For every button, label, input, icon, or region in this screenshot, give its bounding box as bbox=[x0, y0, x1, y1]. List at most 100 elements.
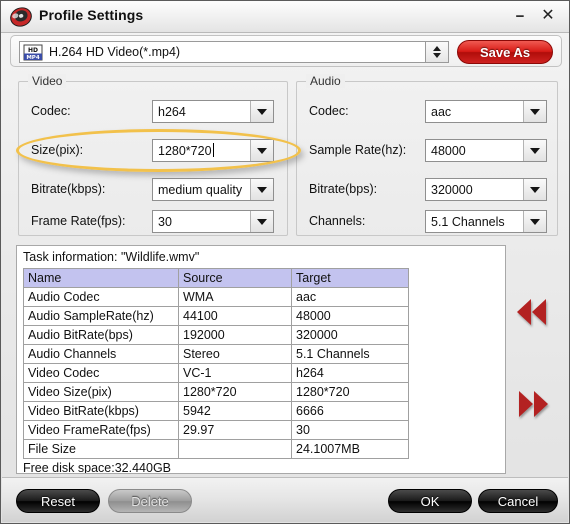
cell-target: 1280*720 bbox=[291, 382, 409, 402]
chevron-down-icon[interactable] bbox=[250, 211, 273, 232]
cell-source bbox=[178, 439, 292, 459]
profile-settings-window: Profile Settings − ✕ HD MP4 H.264 HD Vid… bbox=[0, 0, 570, 524]
cell-source: VC-1 bbox=[178, 363, 292, 383]
task-information-panel: Task information: "Wildlife.wmv" Name So… bbox=[16, 245, 506, 474]
video-framerate-value: 30 bbox=[158, 214, 172, 229]
cell-source: 192000 bbox=[178, 325, 292, 345]
table-row: Audio SampleRate(hz) 44100 48000 bbox=[23, 306, 409, 326]
audio-bitrate-value: 320000 bbox=[431, 182, 473, 197]
video-bitrate-value: medium quality bbox=[158, 182, 243, 197]
cell-name: Video Codec bbox=[23, 363, 179, 383]
audio-codec-value: aac bbox=[431, 104, 452, 119]
video-group-title: Video bbox=[28, 74, 67, 88]
free-disk-space-label: Free disk space:32.440GB bbox=[23, 461, 171, 474]
task-information-caption: Task information: "Wildlife.wmv" bbox=[23, 250, 200, 264]
cell-name: Video Size(pix) bbox=[23, 382, 179, 402]
cell-target: 48000 bbox=[291, 306, 409, 326]
video-framerate-combobox[interactable]: 30 bbox=[152, 210, 274, 233]
title-bar: Profile Settings − ✕ bbox=[1, 1, 569, 33]
cell-name: Video BitRate(kbps) bbox=[23, 401, 179, 421]
save-as-button[interactable]: Save As bbox=[457, 40, 553, 64]
chevron-down-icon[interactable] bbox=[523, 101, 546, 122]
cancel-button[interactable]: Cancel bbox=[478, 489, 558, 513]
audio-bitrate-combobox[interactable]: 320000 bbox=[425, 178, 547, 201]
audio-samplerate-label: Sample Rate(hz): bbox=[309, 143, 407, 157]
profile-combobox[interactable]: HD MP4 H.264 HD Video(*.mp4) bbox=[19, 41, 449, 63]
video-settings-group: Video Codec: h264 Size(pix): 1280*720 Bi… bbox=[18, 74, 288, 236]
task-information-table: Name Source Target Audio Codec WMA aac Aud… bbox=[23, 268, 409, 459]
audio-settings-group: Audio Codec: aac Sample Rate(hz): 48000 … bbox=[296, 74, 558, 236]
cell-source: Stereo bbox=[178, 344, 292, 364]
svg-text:MP4: MP4 bbox=[26, 55, 40, 61]
up-down-spinner-icon[interactable] bbox=[425, 42, 448, 62]
video-size-value: 1280*720 bbox=[158, 144, 212, 158]
cell-name: Video FrameRate(fps) bbox=[23, 420, 179, 440]
column-header-target: Target bbox=[291, 268, 409, 288]
video-codec-label: Codec: bbox=[31, 104, 71, 118]
chevron-down-icon[interactable] bbox=[250, 101, 273, 122]
cell-target: h264 bbox=[291, 363, 409, 383]
chevron-down-icon[interactable] bbox=[523, 179, 546, 200]
audio-samplerate-value: 48000 bbox=[431, 143, 466, 158]
video-size-combobox[interactable]: 1280*720 bbox=[152, 139, 274, 162]
cell-source: 5942 bbox=[178, 401, 292, 421]
audio-samplerate-combobox[interactable]: 48000 bbox=[425, 139, 547, 162]
cell-name: File Size bbox=[23, 439, 179, 459]
video-codec-combobox[interactable]: h264 bbox=[152, 100, 274, 123]
table-row: Audio BitRate(bps) 192000 320000 bbox=[23, 325, 409, 345]
cell-name: Audio BitRate(bps) bbox=[23, 325, 179, 345]
reset-button[interactable]: Reset bbox=[16, 489, 100, 513]
audio-codec-label: Codec: bbox=[309, 104, 349, 118]
cell-source: 44100 bbox=[178, 306, 292, 326]
table-row: Video Size(pix) 1280*720 1280*720 bbox=[23, 382, 409, 402]
ok-button[interactable]: OK bbox=[388, 489, 472, 513]
table-row: Video BitRate(kbps) 5942 6666 bbox=[23, 401, 409, 421]
profile-value: H.264 HD Video(*.mp4) bbox=[49, 45, 181, 59]
table-row: Video FrameRate(fps) 29.97 30 bbox=[23, 420, 409, 440]
audio-channels-label: Channels: bbox=[309, 214, 366, 228]
disc-logo-icon bbox=[9, 5, 33, 29]
audio-codec-combobox[interactable]: aac bbox=[425, 100, 547, 123]
chevron-down-icon[interactable] bbox=[523, 140, 546, 161]
cell-name: Audio SampleRate(hz) bbox=[23, 306, 179, 326]
video-codec-value: h264 bbox=[158, 104, 186, 119]
cell-source: 29.97 bbox=[178, 420, 292, 440]
cell-target: 30 bbox=[291, 420, 409, 440]
cell-target: 6666 bbox=[291, 401, 409, 421]
delete-button: Delete bbox=[108, 489, 192, 513]
minimize-button[interactable]: − bbox=[511, 7, 529, 25]
format-selector-bar: HD MP4 H.264 HD Video(*.mp4) Save As bbox=[10, 35, 562, 67]
cell-name: Audio Channels bbox=[23, 344, 179, 364]
cell-source: WMA bbox=[178, 287, 292, 307]
table-header-row: Name Source Target bbox=[23, 268, 409, 288]
video-size-label: Size(pix): bbox=[31, 143, 84, 157]
video-bitrate-label: Bitrate(kbps): bbox=[31, 182, 106, 196]
chevron-down-icon[interactable] bbox=[523, 211, 546, 232]
dialog-button-bar: Reset Delete OK Cancel bbox=[2, 477, 568, 522]
table-row: File Size 24.1007MB bbox=[23, 439, 409, 459]
video-framerate-label: Frame Rate(fps): bbox=[31, 214, 126, 228]
cell-target: 5.1 Channels bbox=[291, 344, 409, 364]
cell-name: Audio Codec bbox=[23, 287, 179, 307]
audio-bitrate-label: Bitrate(bps): bbox=[309, 182, 378, 196]
chevron-down-icon[interactable] bbox=[250, 179, 273, 200]
fast-forward-double-arrow-icon[interactable] bbox=[519, 391, 548, 417]
rewind-double-arrow-icon[interactable] bbox=[517, 299, 546, 325]
close-icon[interactable]: ✕ bbox=[539, 7, 557, 25]
text-caret bbox=[212, 143, 214, 157]
audio-channels-combobox[interactable]: 5.1 Channels bbox=[425, 210, 547, 233]
hd-mp4-file-icon: HD MP4 bbox=[23, 44, 43, 61]
cell-target: 24.1007MB bbox=[291, 439, 409, 459]
cell-target: aac bbox=[291, 287, 409, 307]
chevron-down-icon[interactable] bbox=[250, 140, 273, 161]
column-header-name: Name bbox=[23, 268, 179, 288]
audio-channels-value: 5.1 Channels bbox=[431, 214, 505, 229]
table-row: Video Codec VC-1 h264 bbox=[23, 363, 409, 383]
table-row: Audio Channels Stereo 5.1 Channels bbox=[23, 344, 409, 364]
cell-target: 320000 bbox=[291, 325, 409, 345]
audio-group-title: Audio bbox=[306, 74, 345, 88]
column-header-source: Source bbox=[178, 268, 292, 288]
video-bitrate-combobox[interactable]: medium quality bbox=[152, 178, 274, 201]
page-title: Profile Settings bbox=[39, 7, 144, 23]
cell-source: 1280*720 bbox=[178, 382, 292, 402]
